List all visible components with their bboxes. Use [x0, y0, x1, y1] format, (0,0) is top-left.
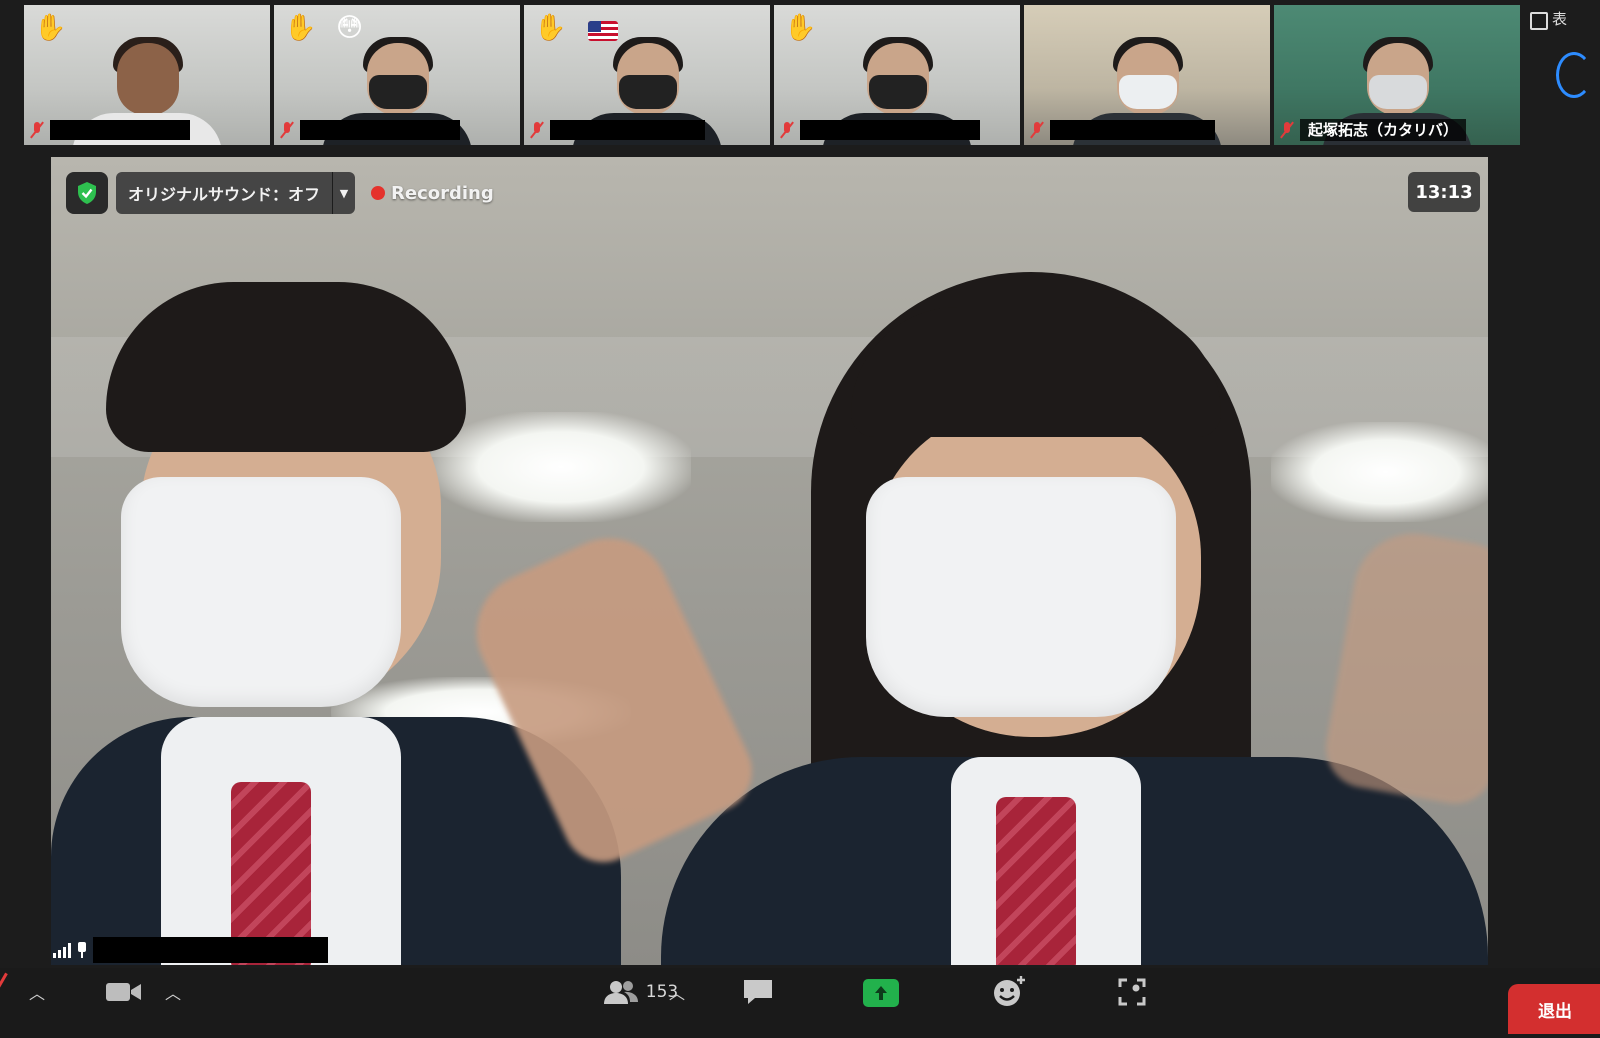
recording-label: Recording [391, 182, 494, 204]
participants-icon [603, 981, 638, 1004]
video-options-chevron-up-icon[interactable]: ︿ [162, 980, 184, 1004]
participants-chevron-up-icon[interactable]: ︿ [666, 980, 688, 1004]
ceiling-light [431, 412, 691, 522]
muted-mic-icon [30, 121, 44, 139]
meeting-toolbar [0, 968, 1600, 1038]
participant-thumbnail[interactable]: ✋ [524, 5, 770, 145]
participant-name-bar [1026, 119, 1215, 141]
participant-thumbnail[interactable]: 起塚拓志（カタリバ） [1274, 5, 1520, 145]
participant-thumbnail-strip: ✋ ✋ 😳 ✋ ✋ 起塚拓志（カタリバ） [24, 5, 1554, 145]
recording-dot-icon [371, 186, 386, 200]
raised-hand-icon: ✋ [784, 13, 817, 43]
flushed-face-emoji-icon: 😳 [336, 13, 364, 43]
view-toggle-label[interactable]: 表 [1552, 8, 1567, 29]
redacted-name [550, 120, 705, 140]
raised-hand-icon: ✋ [284, 13, 317, 43]
participant-name-bar [776, 119, 980, 141]
recording-indicator: Recording [371, 183, 494, 204]
speaker-name-bar [51, 935, 328, 965]
participant-name-bar [526, 119, 705, 141]
share-screen-icon [863, 979, 899, 1007]
redacted-name [1050, 120, 1215, 140]
meeting-overlay-controls: オリジナルサウンド：オフ ▼ Recording [66, 172, 494, 214]
participant-name-bar [26, 119, 190, 141]
share-screen-button[interactable] [862, 978, 900, 1008]
muted-mic-icon [530, 121, 544, 139]
participant-name-bar: 起塚拓志（カタリバ） [1276, 119, 1467, 141]
muted-mic-icon [1280, 121, 1294, 139]
active-speaker-video [51, 157, 1488, 965]
pin-icon [75, 942, 89, 958]
participant-thumbnail[interactable]: ✋ 😳 [274, 5, 520, 145]
muted-mic-icon [1030, 121, 1044, 139]
connection-signal-icon [53, 942, 71, 958]
participant-thumbnail[interactable]: ✋ [24, 5, 270, 145]
chat-bubble-icon[interactable] [740, 976, 776, 1008]
ceiling-light [1271, 422, 1488, 522]
muted-mic-icon [280, 121, 294, 139]
reactions-icon[interactable] [990, 974, 1030, 1008]
leave-label: 退出 [1538, 1001, 1572, 1022]
raised-hand-icon: ✋ [34, 13, 67, 43]
participant-name-bar [276, 119, 460, 141]
muted-mic-icon [780, 121, 794, 139]
audio-options-chevron-up-icon[interactable]: ︿ [26, 980, 48, 1004]
original-sound-button[interactable]: オリジナルサウンド：オフ ▼ [116, 172, 356, 214]
us-flag-icon [588, 21, 618, 41]
redacted-name [300, 120, 460, 140]
gallery-view-icon[interactable] [1530, 12, 1548, 30]
redacted-name [800, 120, 980, 140]
original-sound-label: オリジナルサウンド：オフ [128, 185, 321, 204]
fullscreen-icon[interactable] [1116, 976, 1148, 1008]
leave-meeting-button[interactable]: 退出 [1508, 984, 1600, 1034]
chevron-down-icon[interactable]: ▼ [332, 172, 355, 214]
raised-hand-icon: ✋ [534, 13, 567, 43]
redacted-name [50, 120, 190, 140]
participant-thumbnail[interactable]: ✋ [774, 5, 1020, 145]
video-camera-icon[interactable] [104, 978, 144, 1006]
security-shield-icon[interactable] [66, 172, 108, 214]
meeting-clock: 13:13 [1408, 172, 1480, 212]
participant-name: 起塚拓志（カタリバ） [1300, 119, 1467, 141]
participant-thumbnail[interactable] [1024, 5, 1270, 145]
avatar-ring[interactable] [1556, 52, 1592, 98]
redacted-name [93, 937, 328, 963]
